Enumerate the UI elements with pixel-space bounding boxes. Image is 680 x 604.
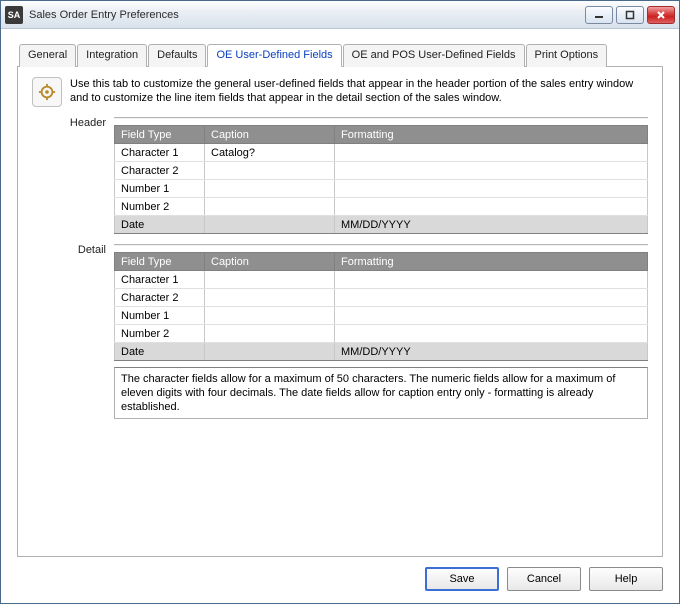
- cell-caption[interactable]: [205, 289, 335, 307]
- tab-general[interactable]: General: [19, 44, 76, 67]
- window-buttons: [585, 6, 675, 24]
- tab-print-options[interactable]: Print Options: [526, 44, 608, 67]
- detail-col-caption[interactable]: Caption: [205, 253, 335, 271]
- cell-caption[interactable]: [205, 180, 335, 198]
- header-section-label: Header: [32, 117, 114, 129]
- cell-caption[interactable]: [205, 162, 335, 180]
- table-row: Date MM/DD/YYYY: [115, 216, 648, 234]
- tab-content: Use this tab to customize the general us…: [17, 67, 663, 557]
- tab-integration[interactable]: Integration: [77, 44, 147, 67]
- table-row: Number 2: [115, 325, 648, 343]
- detail-section-label: Detail: [32, 244, 114, 256]
- minimize-button[interactable]: [585, 6, 613, 24]
- cell-fieldtype: Character 1: [115, 271, 205, 289]
- cell-fieldtype: Number 1: [115, 180, 205, 198]
- cell-caption[interactable]: [205, 271, 335, 289]
- cell-fieldtype: Character 2: [115, 289, 205, 307]
- tab-oe-pos-user-defined-fields[interactable]: OE and POS User-Defined Fields: [343, 44, 525, 67]
- gear-icon: [32, 77, 62, 107]
- cell-caption[interactable]: Catalog?: [205, 144, 335, 162]
- detail-col-fieldtype[interactable]: Field Type: [115, 253, 205, 271]
- cell-caption[interactable]: [205, 307, 335, 325]
- table-row: Number 1: [115, 307, 648, 325]
- detail-divider: [114, 244, 648, 246]
- table-row: Number 1: [115, 180, 648, 198]
- table-row: Character 2: [115, 289, 648, 307]
- help-button[interactable]: Help: [589, 567, 663, 591]
- cell-caption[interactable]: [205, 198, 335, 216]
- tab-defaults[interactable]: Defaults: [148, 44, 206, 67]
- detail-section: Detail Field Type Caption Formatting: [32, 244, 648, 419]
- table-row: Character 1: [115, 271, 648, 289]
- detail-col-formatting[interactable]: Formatting: [335, 253, 648, 271]
- intro-block: Use this tab to customize the general us…: [32, 77, 648, 107]
- header-section: Header Field Type Caption Formatting: [32, 117, 648, 234]
- table-row: Number 2: [115, 198, 648, 216]
- header-divider: [114, 117, 648, 119]
- intro-text: Use this tab to customize the general us…: [70, 77, 648, 107]
- app-icon: SA: [5, 6, 23, 24]
- cell-formatting[interactable]: [335, 325, 648, 343]
- cell-fieldtype: Date: [115, 216, 205, 234]
- header-col-caption[interactable]: Caption: [205, 126, 335, 144]
- cell-fieldtype: Date: [115, 343, 205, 361]
- titlebar: SA Sales Order Entry Preferences: [1, 1, 679, 29]
- table-row: Character 1 Catalog?: [115, 144, 648, 162]
- table-row: Date MM/DD/YYYY: [115, 343, 648, 361]
- close-button[interactable]: [647, 6, 675, 24]
- dialog-window: SA Sales Order Entry Preferences General…: [0, 0, 680, 604]
- window-title: Sales Order Entry Preferences: [29, 9, 585, 21]
- cancel-button[interactable]: Cancel: [507, 567, 581, 591]
- cell-caption[interactable]: [205, 216, 335, 234]
- cell-fieldtype: Character 1: [115, 144, 205, 162]
- cell-caption[interactable]: [205, 325, 335, 343]
- cell-fieldtype: Number 2: [115, 325, 205, 343]
- cell-formatting: MM/DD/YYYY: [335, 343, 648, 361]
- cell-fieldtype: Number 1: [115, 307, 205, 325]
- cell-formatting[interactable]: [335, 180, 648, 198]
- footnote-text: The character fields allow for a maximum…: [114, 367, 648, 419]
- cell-formatting[interactable]: [335, 198, 648, 216]
- button-row: Save Cancel Help: [17, 567, 663, 591]
- tab-strip: General Integration Defaults OE User-Def…: [17, 43, 663, 67]
- header-col-fieldtype[interactable]: Field Type: [115, 126, 205, 144]
- cell-formatting[interactable]: [335, 289, 648, 307]
- cell-formatting[interactable]: [335, 144, 648, 162]
- detail-grid: Field Type Caption Formatting Character …: [114, 252, 648, 361]
- cell-caption[interactable]: [205, 343, 335, 361]
- cell-formatting[interactable]: [335, 307, 648, 325]
- save-button[interactable]: Save: [425, 567, 499, 591]
- cell-fieldtype: Character 2: [115, 162, 205, 180]
- tab-oe-user-defined-fields[interactable]: OE User-Defined Fields: [207, 44, 341, 67]
- cell-fieldtype: Number 2: [115, 198, 205, 216]
- cell-formatting[interactable]: [335, 162, 648, 180]
- cell-formatting: MM/DD/YYYY: [335, 216, 648, 234]
- header-col-formatting[interactable]: Formatting: [335, 126, 648, 144]
- client-area: General Integration Defaults OE User-Def…: [1, 29, 679, 603]
- header-grid: Field Type Caption Formatting Character …: [114, 125, 648, 234]
- table-row: Character 2: [115, 162, 648, 180]
- maximize-button[interactable]: [616, 6, 644, 24]
- cell-formatting[interactable]: [335, 271, 648, 289]
